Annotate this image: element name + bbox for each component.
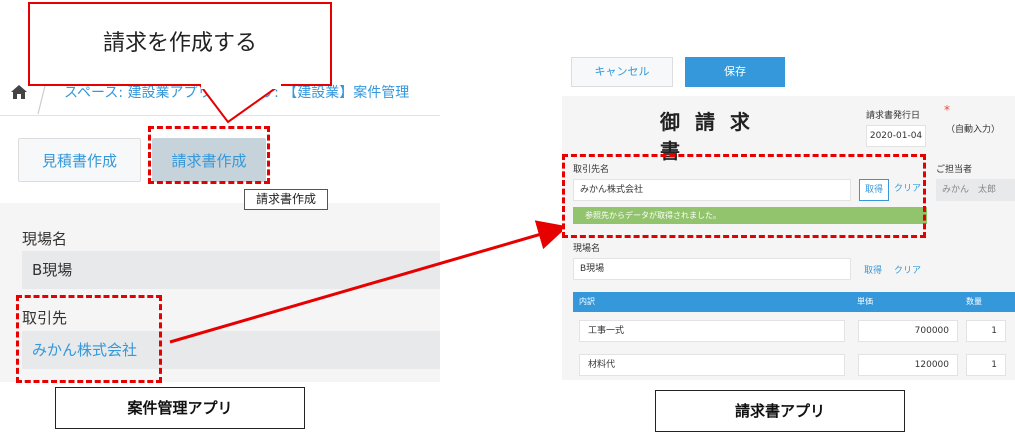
- line-items-header: 内訳 単価 数量: [573, 292, 1015, 312]
- issue-date-field[interactable]: 2020-01-04: [866, 125, 926, 147]
- cancel-button[interactable]: キャンセル: [571, 57, 673, 87]
- site-name-label: 現場名: [22, 230, 68, 248]
- callout-tail-joint: [201, 83, 281, 89]
- required-mark: *: [944, 103, 950, 117]
- site-fetch-button[interactable]: 取得: [864, 263, 882, 276]
- line-item-quantity-input[interactable]: 1: [966, 354, 1006, 376]
- line-item-quantity-input[interactable]: 1: [966, 320, 1006, 342]
- invoice-button-tooltip: 請求書作成: [244, 189, 328, 210]
- line-item-description-input[interactable]: 工事一式: [579, 320, 845, 342]
- staff-field: みかん 太郎: [936, 179, 1015, 201]
- auto-input-label: （自動入力）: [946, 125, 1001, 135]
- invoice-form: 御 請 求 書 請求書発行日 * （自動入力） 2020-01-04 取引先名 …: [562, 96, 1015, 380]
- client-field-highlight: [16, 295, 162, 383]
- invoice-button-highlight: [148, 126, 270, 184]
- callout-bubble: 請求を作成する: [28, 2, 332, 86]
- column-header-unit-price: 単価: [857, 297, 873, 306]
- site-clear-button[interactable]: クリア: [894, 263, 921, 276]
- site-name-value: B現場: [22, 251, 440, 289]
- client-section-highlight: [562, 154, 926, 238]
- staff-label: ご担当者: [936, 165, 973, 175]
- home-icon[interactable]: [10, 84, 28, 100]
- line-item-price-input[interactable]: 120000: [858, 354, 958, 376]
- create-estimate-button[interactable]: 見積書作成: [18, 138, 141, 182]
- save-button[interactable]: 保存: [685, 57, 785, 87]
- invoice-app-caption: 請求書アプリ: [655, 390, 905, 432]
- line-item-description-input[interactable]: 材料代: [579, 354, 845, 376]
- case-app-caption: 案件管理アプリ: [55, 387, 305, 429]
- site-name-label: 現場名: [573, 244, 601, 254]
- column-header-item: 内訳: [579, 297, 595, 306]
- line-item-price-input[interactable]: 700000: [858, 320, 958, 342]
- issue-date-label: 請求書発行日: [866, 111, 921, 121]
- column-header-quantity: 数量: [966, 297, 982, 306]
- site-name-input[interactable]: B現場: [573, 258, 851, 280]
